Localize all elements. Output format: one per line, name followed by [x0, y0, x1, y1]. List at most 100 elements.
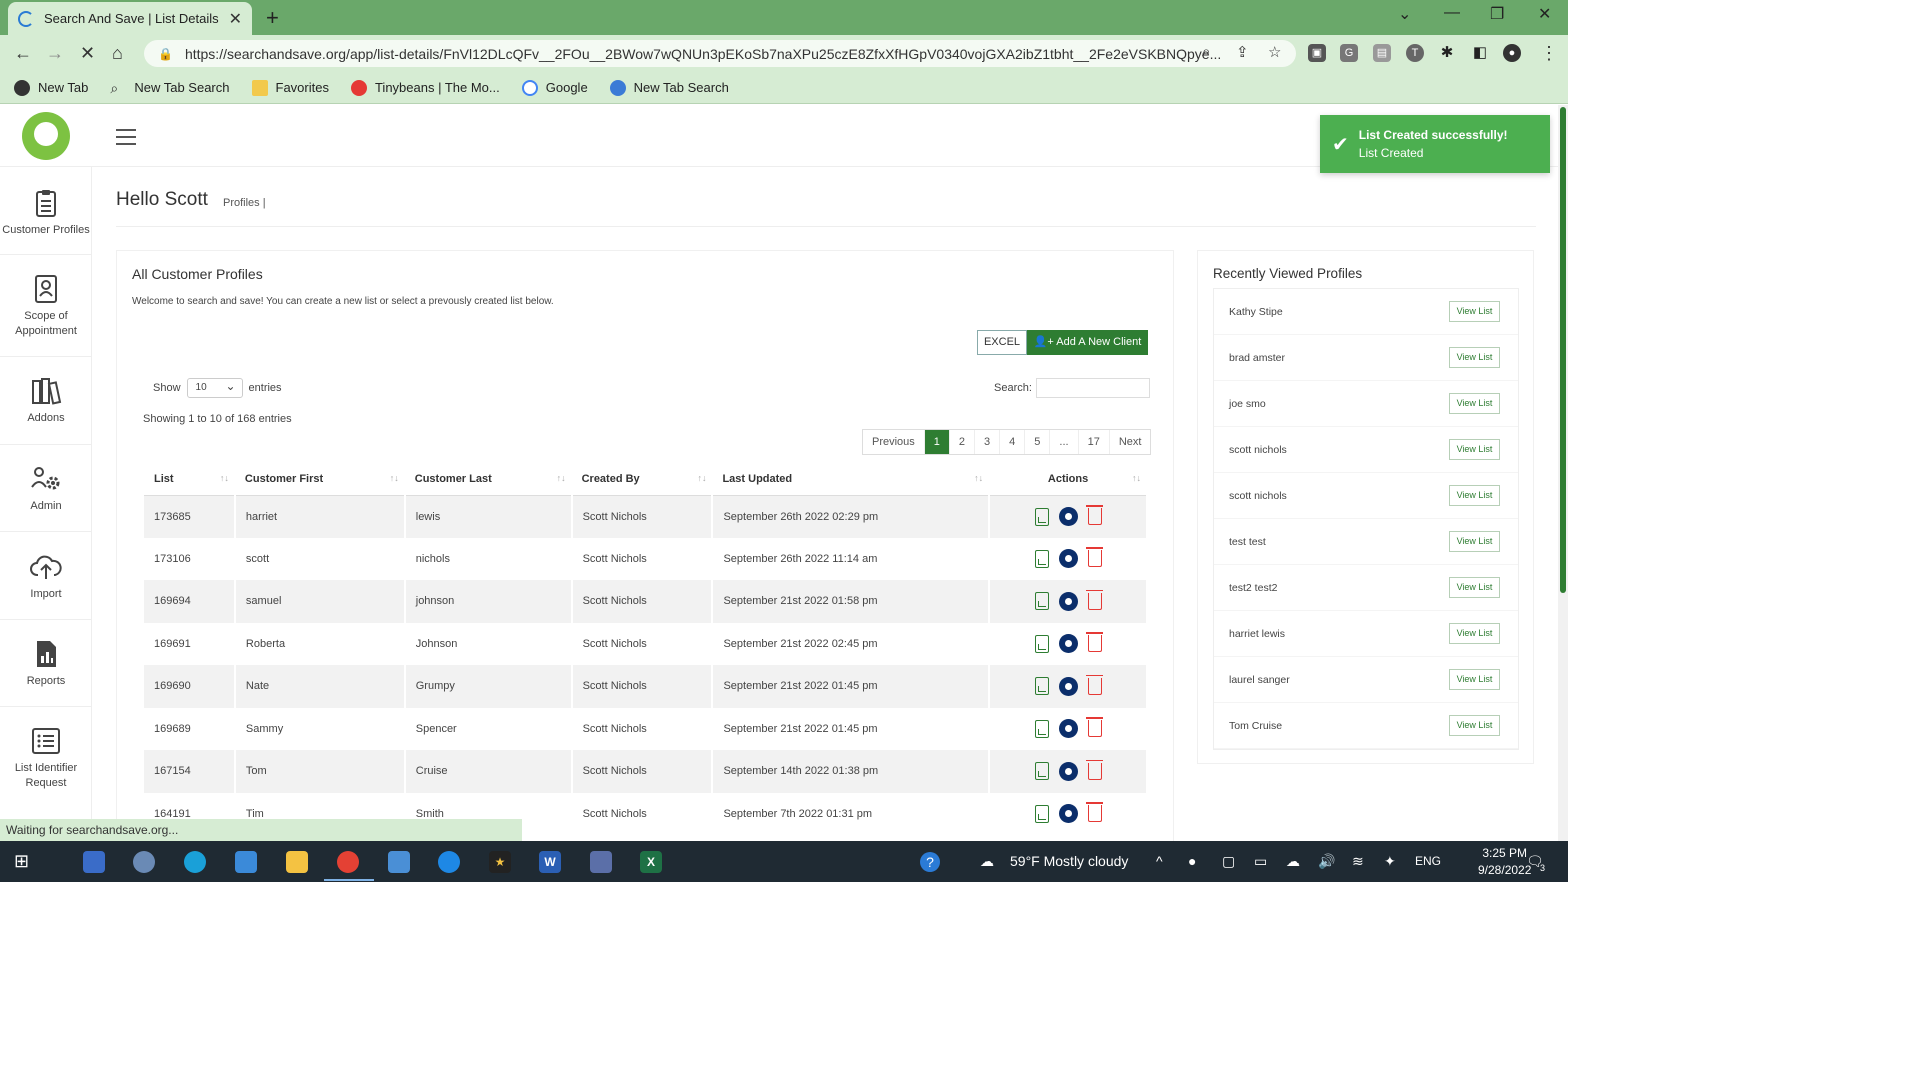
bookmark-item[interactable]: Google [521, 79, 588, 96]
windows-start-icon[interactable]: ⊞ [14, 851, 36, 873]
view-list-button[interactable]: View List [1449, 577, 1500, 598]
column-header-created-by[interactable]: Created By ↑↓ [571, 463, 713, 496]
pagination-page[interactable]: 4 [1000, 430, 1026, 454]
view-list-button[interactable]: View List [1449, 623, 1500, 644]
address-bar[interactable]: 🔒 https://searchandsave.org/app/list-det… [144, 40, 1296, 67]
delete-trash-icon[interactable] [1085, 802, 1103, 823]
volume-icon[interactable]: 🔊 [1318, 853, 1335, 870]
store-icon[interactable] [83, 851, 105, 873]
table-row[interactable]: 169691 Roberta Johnson Scott Nichols Septemb… [144, 622, 1148, 665]
bookmark-item[interactable]: Tinybeans | The Mo... [350, 79, 500, 96]
sidebar-item-addons[interactable]: Addons [0, 375, 92, 426]
teamviewer-icon[interactable] [438, 851, 460, 873]
add-new-client-button[interactable]: 👤+ Add A New Client [1027, 330, 1148, 355]
record-icon[interactable] [1058, 549, 1078, 569]
pagination-page[interactable]: 2 [950, 430, 976, 454]
app-icon[interactable] [590, 851, 612, 873]
battery-icon[interactable]: ▭ [1254, 853, 1267, 870]
file-explorer-icon[interactable] [286, 851, 308, 873]
view-list-button[interactable]: View List [1449, 347, 1500, 368]
table-row[interactable]: 169689 Sammy Spencer Scott Nichols September… [144, 707, 1148, 750]
table-row[interactable]: 169690 Nate Grumpy Scott Nichols September 2… [144, 665, 1148, 708]
tray-chevron-icon[interactable]: ^ [1156, 853, 1163, 869]
pagination-page[interactable]: 5 [1025, 430, 1051, 454]
back-icon[interactable]: ← [14, 43, 32, 64]
sidebar-item-reports[interactable]: Reports [0, 638, 92, 689]
window-close-icon[interactable]: ✕ [1538, 4, 1551, 24]
record-icon[interactable] [1058, 804, 1078, 824]
delete-trash-icon[interactable] [1085, 547, 1103, 568]
view-list-button[interactable]: View List [1449, 393, 1500, 414]
column-header-last-updated[interactable]: Last Updated ↑↓ [712, 463, 990, 496]
taskbar-clock[interactable]: 3:25 PM 9/28/2022 [1478, 845, 1531, 879]
hamburger-menu-icon[interactable] [116, 129, 136, 150]
home-icon[interactable]: ⌂ [112, 43, 123, 64]
table-row[interactable]: 173106 scott nichols Scott Nichols September… [144, 537, 1148, 580]
wifi-icon[interactable]: ≋ [1352, 853, 1364, 870]
view-list-button[interactable]: View List [1449, 531, 1500, 552]
dropbox-icon[interactable]: ✦ [1384, 853, 1396, 870]
view-list-button[interactable]: View List [1449, 669, 1500, 690]
sidebar-item-import[interactable]: Import [0, 551, 92, 602]
word-icon[interactable]: W [539, 851, 561, 873]
record-icon[interactable] [1058, 761, 1078, 781]
sidebar-item-admin[interactable]: Admin [0, 463, 92, 514]
bookmark-item[interactable]: ⌕ New Tab Search [110, 80, 229, 96]
table-row[interactable]: 167154 Tom Cruise Scott Nichols September 14… [144, 750, 1148, 793]
sidebar-item-scope-of-appointment[interactable]: Scope of Appointment [0, 273, 92, 339]
view-list-button[interactable]: View List [1449, 439, 1500, 460]
view-list-button[interactable]: View List [1449, 301, 1500, 322]
share-icon[interactable]: ⇪ [1236, 43, 1249, 61]
view-document-icon[interactable] [1034, 549, 1049, 568]
stop-loading-icon[interactable]: ✕ [80, 43, 95, 64]
view-document-icon[interactable] [1034, 762, 1049, 781]
view-list-button[interactable]: View List [1449, 715, 1500, 736]
tray-app-icon[interactable]: ▢ [1222, 853, 1235, 870]
column-header-customer-last[interactable]: Customer Last ↑↓ [404, 463, 572, 496]
delete-trash-icon[interactable] [1085, 505, 1103, 525]
delete-trash-icon[interactable] [1085, 717, 1103, 738]
extension-icon[interactable]: T [1406, 44, 1424, 62]
minimize-icon[interactable]: — [1444, 4, 1460, 22]
side-panel-icon[interactable]: ◧ [1471, 44, 1489, 62]
breadcrumb[interactable]: Profiles | [223, 197, 266, 209]
extension-icon[interactable]: ▤ [1373, 44, 1391, 62]
view-document-icon[interactable] [1034, 507, 1049, 526]
bookmark-item[interactable]: New Tab Search [609, 79, 729, 96]
success-toast[interactable]: ✔ List Created successfully! List Create… [1320, 115, 1550, 173]
zoom-icon[interactable]: ⌕ [1202, 43, 1210, 60]
table-row[interactable]: 173685 harriet lewis Scott Nichols September… [144, 495, 1148, 538]
searchandsave-logo[interactable] [22, 112, 70, 160]
edge-icon[interactable] [184, 851, 206, 873]
view-document-icon[interactable] [1034, 634, 1049, 653]
excel-export-button[interactable]: EXCEL [977, 330, 1027, 355]
delete-trash-icon[interactable] [1085, 759, 1103, 780]
record-icon[interactable] [1058, 634, 1078, 654]
weather-text[interactable]: 59°F Mostly cloudy [1010, 853, 1128, 869]
bookmark-item[interactable]: New Tab [14, 79, 88, 96]
search-input[interactable] [1035, 378, 1150, 398]
excel-icon[interactable]: X [640, 851, 662, 873]
extension-icon[interactable]: ▣ [1308, 44, 1326, 62]
delete-trash-icon[interactable] [1085, 589, 1103, 610]
entries-select[interactable]: 10 [186, 377, 243, 398]
onedrive-cloud-icon[interactable]: ☁ [1286, 853, 1300, 870]
app-icon[interactable] [133, 851, 155, 873]
tab-search-chevron-icon[interactable]: ⌄ [1398, 4, 1411, 24]
pagination-page[interactable]: 17 [1079, 430, 1110, 454]
view-document-icon[interactable] [1034, 677, 1049, 696]
view-list-button[interactable]: View List [1449, 485, 1500, 506]
view-document-icon[interactable] [1034, 719, 1049, 738]
bookmark-star-icon[interactable]: ☆ [1268, 43, 1281, 61]
column-header-customer-first[interactable]: Customer First ↑↓ [234, 463, 405, 496]
record-icon[interactable] [1058, 719, 1078, 739]
table-row[interactable]: 169694 samuel johnson Scott Nichols Septembe… [144, 580, 1148, 623]
pagination-page[interactable]: 1 [924, 430, 950, 454]
weather-cloud-icon[interactable]: ☁ [980, 853, 994, 870]
record-icon[interactable] [1058, 591, 1078, 611]
app-icon[interactable] [388, 851, 410, 873]
delete-trash-icon[interactable] [1085, 674, 1103, 695]
sidebar-item-list-identifier-request[interactable]: List Identifier Request [0, 725, 92, 791]
record-icon[interactable] [1058, 676, 1078, 696]
help-icon[interactable]: ? [920, 852, 940, 872]
